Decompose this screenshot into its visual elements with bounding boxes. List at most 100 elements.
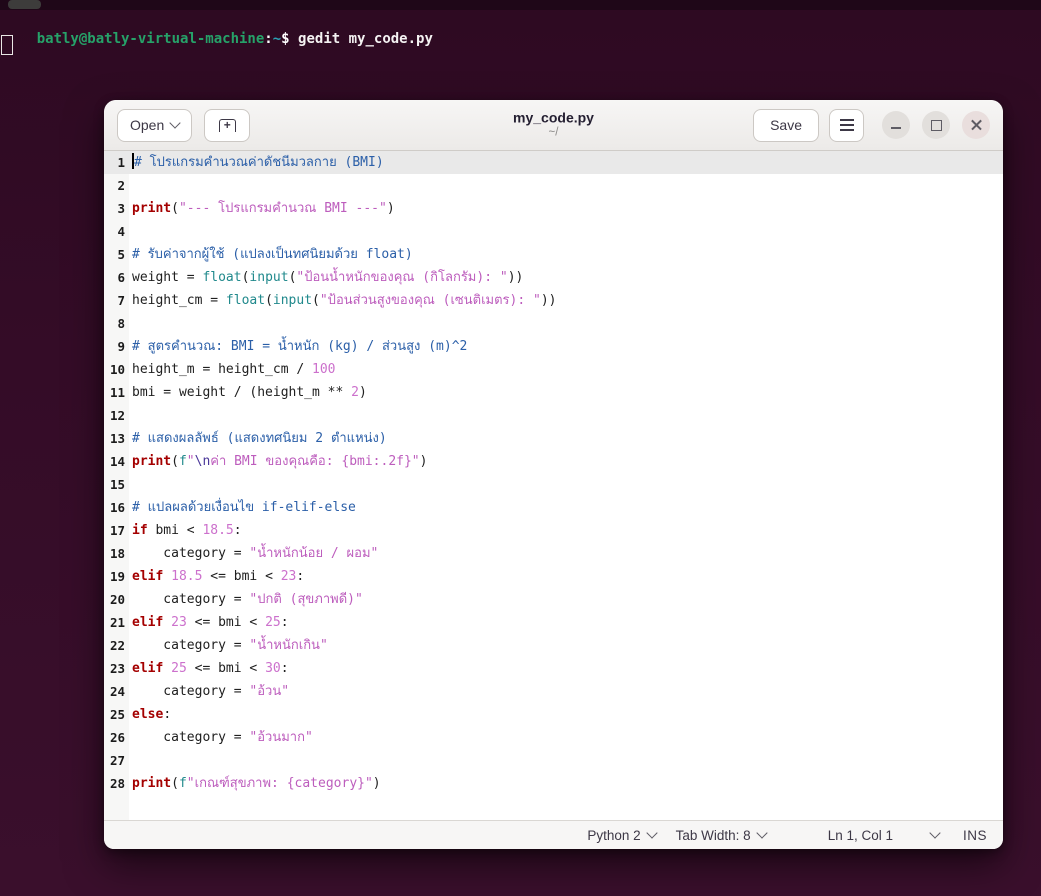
code-text: # แปลผลด้วยเงื่อนไข if-elif-else xyxy=(132,500,356,515)
line-number: 26 xyxy=(109,730,125,745)
prompt-dollar: $ xyxy=(281,31,290,47)
code-line-2[interactable]: 2 xyxy=(104,174,1003,197)
tab-width-label: Tab Width: 8 xyxy=(675,827,751,843)
code-line-25[interactable]: 25 else: xyxy=(104,703,1003,726)
code-text: bmi = weight / (height_m ** 2) xyxy=(132,385,367,400)
code-line-17[interactable]: 17 if bmi < 18.5: xyxy=(104,519,1003,542)
terminal-top-strip xyxy=(0,0,1041,10)
code-line-12[interactable]: 12 xyxy=(104,404,1003,427)
goto-line-selector[interactable] xyxy=(929,827,941,839)
code-line-14[interactable]: 14 print(f"\nค่า BMI ของคุณคือ: {bmi:.2f}… xyxy=(104,450,1003,473)
minimize-button[interactable] xyxy=(882,111,910,139)
code-line-15[interactable]: 15 xyxy=(104,473,1003,496)
code-line-20[interactable]: 20 category = "ปกติ (สุขภาพดี)" xyxy=(104,588,1003,611)
headerbar-right: Save xyxy=(753,108,990,142)
code-text: print("--- โปรแกรมคำนวณ BMI ---") xyxy=(132,201,395,216)
terminal-prompt-line[interactable]: batly@batly-virtual-machine:~$ gedit my_… xyxy=(3,15,433,63)
line-number: 18 xyxy=(109,546,125,561)
code-line-5[interactable]: 5 # รับค่าจากผู้ใช้ (แปลงเป็นทศนิยมด้วย f… xyxy=(104,243,1003,266)
code-text: height_cm = float(input("ป้อนส่วนสูงของค… xyxy=(132,293,557,308)
cursor-position-label: Ln 1, Col 1 xyxy=(827,827,893,843)
code-text: category = "ปกติ (สุขภาพดี)" xyxy=(132,592,363,607)
prompt-colon: : xyxy=(264,31,273,47)
document-path: ~/ xyxy=(548,126,559,139)
cursor-position[interactable]: Ln 1, Col 1 xyxy=(828,828,893,843)
code-line-13[interactable]: 13 # แสดงผลลัพธ์ (แสดงทศนิยม 2 ตำแหน่ง) xyxy=(104,427,1003,450)
code-line-21[interactable]: 21 elif 23 <= bmi < 25: xyxy=(104,611,1003,634)
code-line-10[interactable]: 10 height_m = height_cm / 100 xyxy=(104,358,1003,381)
line-number: 21 xyxy=(109,615,125,630)
line-number: 23 xyxy=(109,661,125,676)
line-number: 12 xyxy=(109,408,125,423)
language-label: Python 2 xyxy=(587,827,641,843)
code-line-7[interactable]: 7 height_cm = float(input("ป้อนส่วนสูงของ… xyxy=(104,289,1003,312)
code-line-4[interactable]: 4 xyxy=(104,220,1003,243)
code-line-8[interactable]: 8 xyxy=(104,312,1003,335)
code-line-16[interactable]: 16 # แปลผลด้วยเงื่อนไข if-elif-else xyxy=(104,496,1003,519)
document-title: my_code.py xyxy=(513,109,594,126)
hamburger-menu-button[interactable] xyxy=(829,108,864,142)
terminal-tab[interactable] xyxy=(8,0,41,9)
code-text: elif 23 <= bmi < 25: xyxy=(132,615,289,630)
line-number: 27 xyxy=(109,753,125,768)
line-number: 1 xyxy=(117,155,125,170)
language-selector[interactable]: Python 2 xyxy=(587,827,658,843)
code-line-11[interactable]: 11 bmi = weight / (height_m ** 2) xyxy=(104,381,1003,404)
chevron-down-icon xyxy=(645,827,658,839)
new-tab-icon: + xyxy=(218,118,236,132)
code-line-28[interactable]: 28 print(f"เกณฑ์สุขภาพ: {category}") xyxy=(104,772,1003,795)
code-text: height_m = height_cm / 100 xyxy=(132,362,336,377)
line-number: 3 xyxy=(117,201,125,216)
code-line-23[interactable]: 23 elif 25 <= bmi < 30: xyxy=(104,657,1003,680)
code-text: category = "น้ำหนักน้อย / ผอม" xyxy=(132,546,379,561)
new-tab-button[interactable]: + xyxy=(204,108,251,142)
code-line-6[interactable]: 6 weight = float(input("ป้อนน้ำหนักของคุณ… xyxy=(104,266,1003,289)
code-text: print(f"เกณฑ์สุขภาพ: {category}") xyxy=(132,776,381,791)
line-number: 28 xyxy=(109,776,125,791)
line-number: 14 xyxy=(109,454,125,469)
hamburger-icon xyxy=(839,119,854,131)
line-number: 16 xyxy=(109,500,125,515)
code-text: category = "น้ำหนักเกิน" xyxy=(132,638,328,653)
code-line-27[interactable]: 27 xyxy=(104,749,1003,772)
prompt-path: ~ xyxy=(272,31,282,47)
code-line-26[interactable]: 26 category = "อ้วนมาก" xyxy=(104,726,1003,749)
code-line-24[interactable]: 24 category = "อ้วน" xyxy=(104,680,1003,703)
code-text: print(f"\nค่า BMI ของคุณคือ: {bmi:.2f}") xyxy=(132,454,428,469)
code-text: # โปรแกรมคำนวณค่าดัชนีมวลกาย (BMI) xyxy=(132,153,384,170)
maximize-button[interactable] xyxy=(922,111,950,139)
line-number: 19 xyxy=(109,569,125,584)
tab-width-selector[interactable]: Tab Width: 8 xyxy=(675,827,768,843)
code-text: elif 18.5 <= bmi < 23: xyxy=(132,569,305,584)
code-text: # รับค่าจากผู้ใช้ (แปลงเป็นทศนิยมด้วย fl… xyxy=(132,247,413,262)
code-line-19[interactable]: 19 elif 18.5 <= bmi < 23: xyxy=(104,565,1003,588)
code-text: else: xyxy=(132,707,172,722)
terminal-cursor xyxy=(1,35,13,55)
code-line-22[interactable]: 22 category = "น้ำหนักเกิน" xyxy=(104,634,1003,657)
close-button[interactable] xyxy=(962,111,990,139)
code-line-18[interactable]: 18 category = "น้ำหนักน้อย / ผอม" xyxy=(104,542,1003,565)
line-number: 5 xyxy=(117,247,125,262)
line-number: 10 xyxy=(109,362,125,377)
code-editor[interactable]: 1 # โปรแกรมคำนวณค่าดัชนีมวลกาย (BMI) 2 3 pri… xyxy=(104,151,1003,820)
code-line-1[interactable]: 1 # โปรแกรมคำนวณค่าดัชนีมวลกาย (BMI) xyxy=(104,151,1003,174)
code-text: category = "อ้วนมาก" xyxy=(132,730,313,745)
open-button-label: Open xyxy=(130,117,165,133)
line-number: 4 xyxy=(117,224,125,239)
statusbar: Python 2 Tab Width: 8 Ln 1, Col 1 INS xyxy=(104,820,1003,849)
line-number: 25 xyxy=(109,707,125,722)
maximize-icon xyxy=(930,119,942,131)
open-button[interactable]: Open xyxy=(117,108,193,142)
save-button[interactable]: Save xyxy=(753,108,819,142)
code-line-9[interactable]: 9 # สูตรคำนวณ: BMI = น้ำหนัก (kg) / ส่วนส… xyxy=(104,335,1003,358)
line-number: 13 xyxy=(109,431,125,446)
line-number: 9 xyxy=(117,339,125,354)
prompt-user-host: batly@batly-virtual-machine xyxy=(36,31,265,47)
line-number: 17 xyxy=(109,523,125,538)
code-line-3[interactable]: 3 print("--- โปรแกรมคำนวณ BMI ---") xyxy=(104,197,1003,220)
